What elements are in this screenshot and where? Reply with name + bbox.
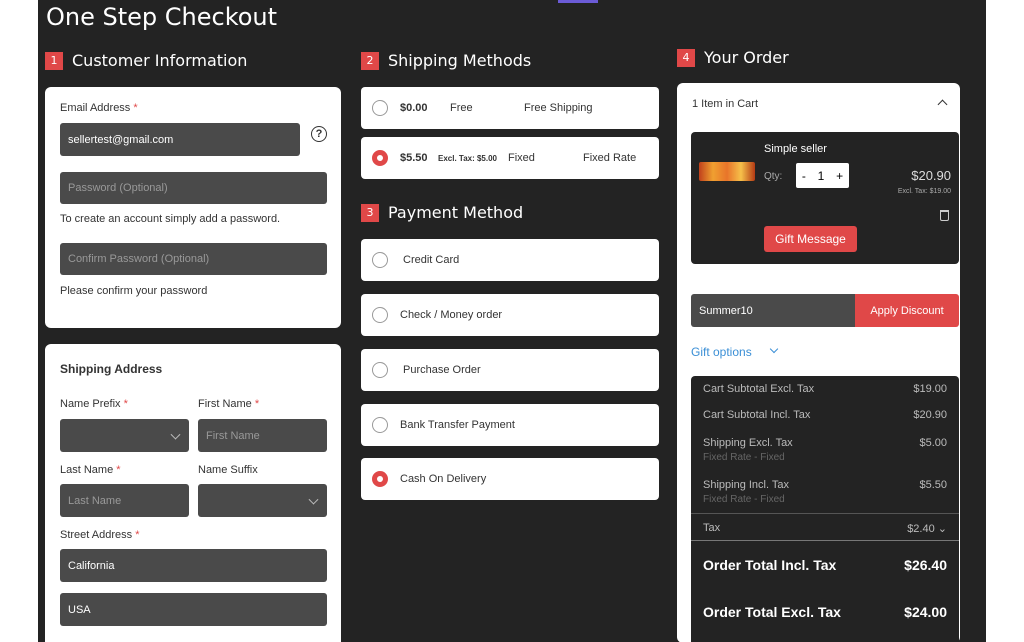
chevron-down-icon[interactable] (769, 344, 779, 354)
increase-button[interactable]: + (836, 169, 843, 183)
product-name: Simple seller (764, 143, 827, 155)
payment-option-purchase-order[interactable]: Purchase Order (361, 349, 659, 391)
quantity-stepper[interactable]: - 1 + (796, 163, 849, 188)
order-total-incl-row: Order Total Incl. Tax $26.40 (703, 557, 947, 573)
shipping-address-heading: Shipping Address (60, 362, 163, 376)
password-field[interactable]: Password (Optional) (60, 172, 327, 204)
radio-button[interactable] (372, 417, 388, 433)
first-name-label: First Name * (198, 398, 260, 410)
shipping-excl-sub: Fixed Rate - Fixed (703, 452, 785, 463)
qty-value[interactable]: 1 (818, 169, 825, 183)
last-name-label: Last Name * (60, 464, 121, 476)
confirm-password-field[interactable]: Confirm Password (Optional) (60, 243, 327, 275)
subtotal-excl-row: Cart Subtotal Excl. Tax $19.00 (703, 383, 947, 395)
shipping-incl-sub: Fixed Rate - Fixed (703, 494, 785, 505)
payment-option-cod[interactable]: Cash On Delivery (361, 458, 659, 500)
your-order-heading: 4 Your Order (677, 48, 789, 67)
gift-options-link[interactable]: Gift options (691, 345, 752, 359)
first-name-field[interactable]: First Name (198, 419, 327, 452)
product-thumbnail (699, 162, 755, 181)
confirm-hint: Please confirm your password (60, 285, 208, 297)
shipping-option-fixed[interactable]: $5.50 Excl. Tax: $5.00 Fixed Fixed Rate (361, 137, 659, 179)
customer-info-card: Email Address * sellertest@gmail.com ? P… (45, 87, 341, 328)
step-number: 1 (45, 51, 63, 70)
payment-method-heading: 3 Payment Method (361, 203, 523, 222)
shipping-methods-heading: 2 Shipping Methods (361, 51, 531, 70)
password-hint: To create an account simply add a passwo… (60, 213, 281, 225)
divider (691, 540, 959, 541)
apply-discount-button[interactable]: Apply Discount (855, 294, 959, 327)
email-field[interactable]: sellertest@gmail.com (60, 123, 300, 156)
name-suffix-select[interactable] (198, 484, 327, 517)
payment-option-bank-transfer[interactable]: Bank Transfer Payment (361, 404, 659, 446)
radio-button-selected[interactable] (372, 150, 388, 166)
cart-item: Simple seller Qty: - 1 + $20.90 Excl. Ta… (691, 132, 959, 264)
radio-button[interactable] (372, 100, 388, 116)
radio-button[interactable] (372, 362, 388, 378)
email-label: Email Address * (60, 102, 138, 114)
payment-option-credit-card[interactable]: Credit Card (361, 239, 659, 281)
customer-info-heading: 1 Customer Information (45, 51, 247, 70)
name-prefix-label: Name Prefix * (60, 398, 128, 410)
decrease-button[interactable]: - (802, 169, 806, 183)
page-title: One Step Checkout (46, 3, 278, 31)
gift-message-button[interactable]: Gift Message (764, 226, 857, 252)
top-tab-indicator (558, 0, 598, 3)
divider (691, 513, 959, 514)
name-prefix-select[interactable] (60, 419, 189, 452)
name-suffix-label: Name Suffix (198, 464, 258, 476)
subtotal-incl-row: Cart Subtotal Incl. Tax $20.90 (703, 409, 947, 421)
tax-row[interactable]: Tax $2.40 ⌄ (703, 522, 947, 535)
shipping-incl-row: Shipping Incl. Tax $5.50 (703, 479, 947, 491)
last-name-field[interactable]: Last Name (60, 484, 189, 517)
radio-button[interactable] (372, 307, 388, 323)
radio-button[interactable] (372, 252, 388, 268)
radio-button-selected[interactable] (372, 471, 388, 487)
discount-code-field[interactable]: Summer10 (691, 294, 855, 327)
trash-icon[interactable] (940, 210, 949, 221)
items-in-cart-label[interactable]: 1 Item in Cart (692, 98, 758, 110)
shipping-address-card: Shipping Address Name Prefix * First Nam… (45, 344, 341, 642)
shipping-option-free[interactable]: $0.00 Free Free Shipping (361, 87, 659, 129)
checkout-page: One Step Checkout 1 Customer Information… (38, 0, 986, 642)
item-price: $20.90 (911, 168, 951, 183)
order-total-excl-row: Order Total Excl. Tax $24.00 (703, 604, 947, 620)
shipping-excl-row: Shipping Excl. Tax $5.00 (703, 437, 947, 449)
qty-label: Qty: (764, 171, 783, 182)
help-icon[interactable]: ? (311, 126, 327, 142)
item-price-excl: Excl. Tax: $19.00 (897, 188, 951, 195)
order-summary-card: 1 Item in Cart Simple seller Qty: - 1 + … (677, 83, 960, 642)
street-label: Street Address * (60, 529, 140, 541)
payment-option-check[interactable]: Check / Money order (361, 294, 659, 336)
street-line-1-field[interactable]: California (60, 549, 327, 582)
street-line-2-field[interactable]: USA (60, 593, 327, 626)
order-totals: Cart Subtotal Excl. Tax $19.00 Cart Subto… (691, 376, 959, 642)
chevron-up-icon[interactable] (937, 99, 948, 110)
